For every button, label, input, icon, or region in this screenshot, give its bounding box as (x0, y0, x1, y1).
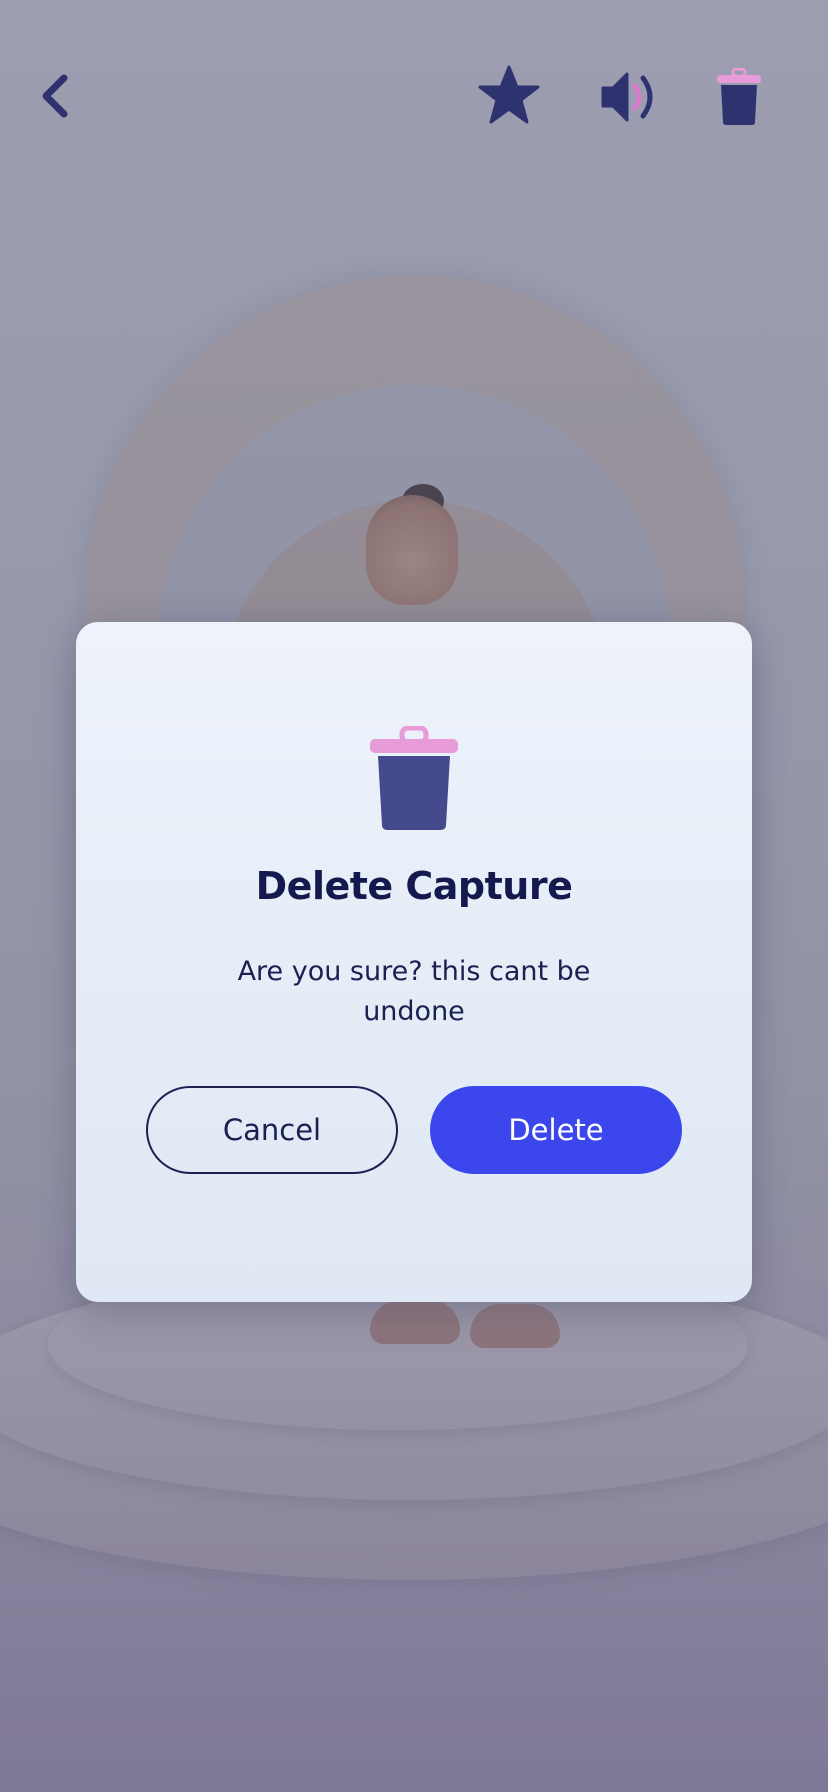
trash-icon (370, 726, 458, 830)
trash-icon (717, 68, 761, 125)
confirm-delete-button[interactable]: Delete (430, 1086, 682, 1174)
favorite-button[interactable] (474, 60, 544, 130)
speaker-icon (601, 72, 653, 122)
sound-button[interactable] (594, 62, 664, 132)
star-icon (478, 65, 540, 124)
cancel-button[interactable]: Cancel (146, 1086, 398, 1174)
delete-capture-dialog: Delete Capture Are you sure? this cant b… (76, 622, 752, 1302)
back-button[interactable] (30, 66, 80, 126)
dialog-message: Are you sure? this cant be undone (237, 956, 591, 1027)
chevron-left-icon (42, 74, 68, 118)
dialog-title: Delete Capture (255, 864, 573, 908)
delete-button[interactable] (706, 62, 772, 132)
